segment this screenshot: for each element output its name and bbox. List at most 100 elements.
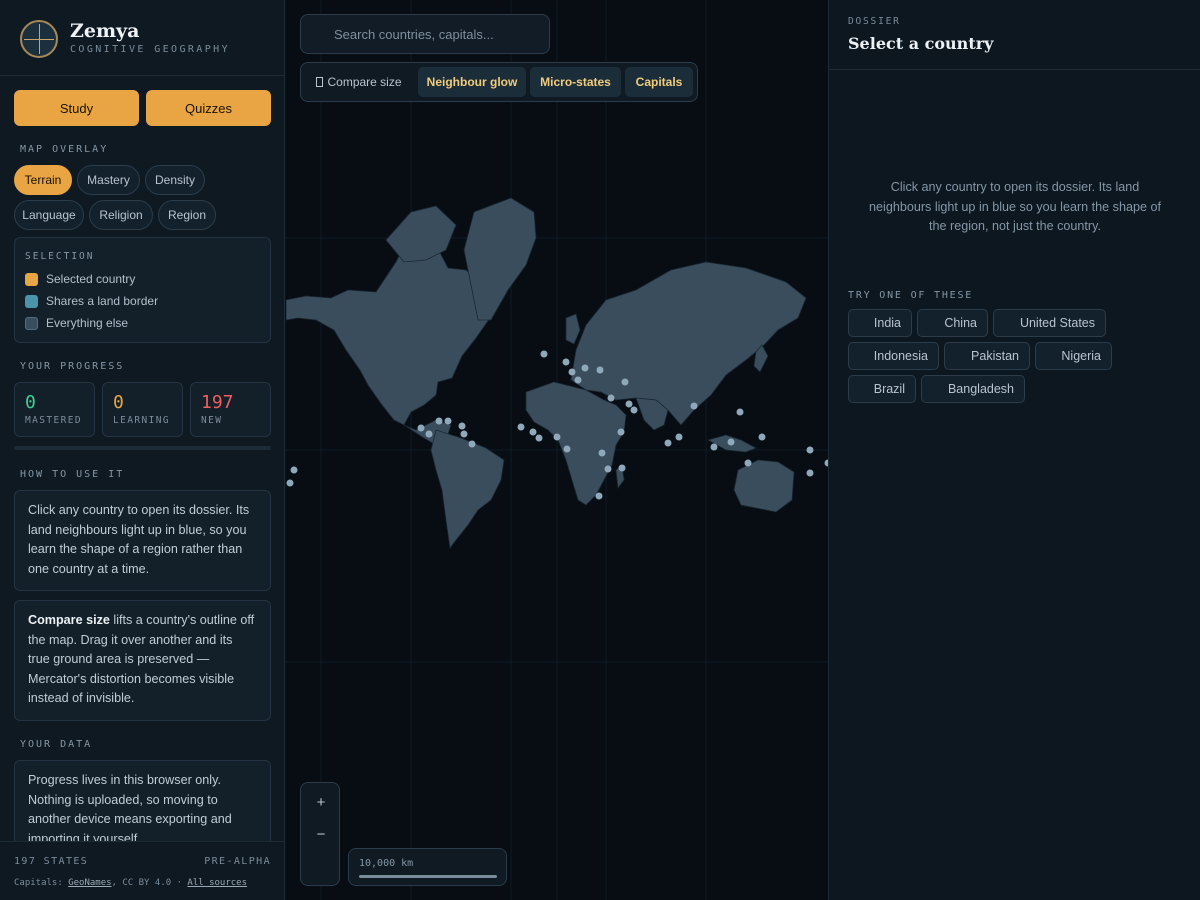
south-america-land[interactable] <box>430 429 505 550</box>
arctic-islands-land[interactable] <box>385 205 457 263</box>
overlay-chip-terrain[interactable]: Terrain <box>14 165 72 195</box>
overlay-chip-language[interactable]: Language <box>14 200 84 230</box>
legend-swatch-selected <box>25 272 38 286</box>
capital-dot[interactable] <box>444 417 452 425</box>
capital-dot[interactable] <box>596 366 604 374</box>
capital-dot[interactable] <box>435 417 443 425</box>
study-button[interactable]: Study <box>14 90 139 126</box>
how-to-card-compare: Compare size lifts a country's outline o… <box>14 600 271 721</box>
capital-dot[interactable] <box>529 428 537 436</box>
legend-swatch-border <box>25 294 38 308</box>
mode-buttons: Study Quizzes <box>14 90 271 126</box>
sidebar-footer: 197 STATES PRE-ALPHA Capitals: GeoNames,… <box>0 841 284 900</box>
capital-dot[interactable] <box>535 434 543 442</box>
capital-dot[interactable] <box>458 422 466 430</box>
all-sources-link[interactable]: All sources <box>187 878 247 888</box>
suggestion-indonesia[interactable]: Indonesia <box>848 342 939 370</box>
compare-size-term: Compare size <box>28 613 110 627</box>
your-data-label: YOUR DATA <box>20 739 93 750</box>
capital-dot[interactable] <box>290 466 298 474</box>
brand-name: Zemya <box>70 20 140 42</box>
overlay-label: MAP OVERLAY <box>20 144 109 155</box>
australia-land[interactable] <box>733 459 795 513</box>
land-masses <box>286 197 807 550</box>
suggestion-pakistan[interactable]: Pakistan <box>944 342 1030 370</box>
suggestion-nigeria[interactable]: Nigeria <box>1035 342 1112 370</box>
capital-dot[interactable] <box>630 406 638 414</box>
capital-dot[interactable] <box>574 376 582 384</box>
legend-swatch-else <box>25 316 38 330</box>
capital-dot[interactable] <box>736 408 744 416</box>
credits: Capitals: GeoNames, CC BY 4.0 · All sour… <box>14 878 247 888</box>
capital-dot[interactable] <box>664 439 672 447</box>
capital-dot[interactable] <box>286 479 294 487</box>
how-to-label: HOW TO USE IT <box>20 469 125 480</box>
capital-dot[interactable] <box>595 492 603 500</box>
scale-bar <box>359 875 497 878</box>
capital-dot[interactable] <box>618 464 626 472</box>
capital-dot[interactable] <box>553 433 561 441</box>
geonames-link[interactable]: GeoNames <box>68 878 111 888</box>
north-america-land[interactable] <box>286 214 491 426</box>
capital-dot[interactable] <box>806 446 814 454</box>
overlay-chip-region[interactable]: Region <box>158 200 216 230</box>
capital-dot[interactable] <box>562 358 570 366</box>
dossier-title: Select a country <box>848 34 994 53</box>
compare-size-label: Compare size <box>327 75 402 89</box>
legend-text-selected: Selected country <box>46 272 136 286</box>
overlay-chip-religion[interactable]: Religion <box>89 200 153 230</box>
suggestion-brazil[interactable]: Brazil <box>848 375 916 403</box>
capital-dot[interactable] <box>517 423 525 431</box>
search-input[interactable] <box>301 15 549 53</box>
map-scale: 10,000 km <box>348 848 507 886</box>
how-to-card-dossier: Click any country to open its dossier. I… <box>14 490 271 591</box>
capital-dot[interactable] <box>806 469 814 477</box>
stat-new-label: NEW <box>201 415 223 426</box>
capital-dot[interactable] <box>563 445 571 453</box>
capital-dot[interactable] <box>617 428 625 436</box>
capital-dot[interactable] <box>675 433 683 441</box>
greenland-land[interactable] <box>463 197 537 321</box>
capital-dot[interactable] <box>727 438 735 446</box>
stat-new: 197 NEW <box>190 382 271 437</box>
compare-size-button[interactable]: Compare size <box>309 67 409 97</box>
capital-dot[interactable] <box>744 459 752 467</box>
capital-dot[interactable] <box>625 400 633 408</box>
capital-dot[interactable] <box>607 394 615 402</box>
scale-label: 10,000 km <box>359 858 414 869</box>
capital-dot[interactable] <box>598 449 606 457</box>
capital-dot[interactable] <box>710 443 718 451</box>
capital-dot[interactable] <box>425 430 433 438</box>
suggestion-united-states[interactable]: United States <box>993 309 1106 337</box>
capital-dot[interactable] <box>690 402 698 410</box>
zoom-in-button[interactable]: + <box>301 794 341 811</box>
capital-dot[interactable] <box>604 465 612 473</box>
uk-land[interactable] <box>565 313 581 345</box>
suggestion-india[interactable]: India <box>848 309 912 337</box>
neighbour-glow-toggle[interactable]: Neighbour glow <box>418 67 526 97</box>
capital-dot[interactable] <box>417 424 425 432</box>
stat-learning: 0 LEARNING <box>102 382 183 437</box>
capital-dot[interactable] <box>540 350 548 358</box>
suggestion-china[interactable]: China <box>917 309 988 337</box>
quizzes-button[interactable]: Quizzes <box>146 90 271 126</box>
zoom-controls: + − <box>300 782 340 886</box>
search-box <box>300 14 550 54</box>
overlay-chip-density[interactable]: Density <box>145 165 205 195</box>
mastery-progress-bar <box>14 446 271 450</box>
world-map-canvas[interactable] <box>286 0 828 900</box>
capital-dot[interactable] <box>460 430 468 438</box>
capitals-toggle[interactable]: Capitals <box>625 67 693 97</box>
dossier-empty-text: Click any country to open its dossier. I… <box>869 180 1161 233</box>
capital-dot[interactable] <box>621 378 629 386</box>
suggestion-bangladesh[interactable]: Bangladesh <box>921 375 1025 403</box>
stat-learning-label: LEARNING <box>113 415 170 426</box>
capital-dot[interactable] <box>568 368 576 376</box>
capital-dot[interactable] <box>581 364 589 372</box>
capital-dot[interactable] <box>468 440 476 448</box>
capital-dot[interactable] <box>758 433 766 441</box>
world-map[interactable]: Compare size Neighbour glow Micro-states… <box>286 0 828 900</box>
micro-states-toggle[interactable]: Micro-states <box>530 67 621 97</box>
zoom-out-button[interactable]: − <box>301 826 341 843</box>
overlay-chip-mastery[interactable]: Mastery <box>77 165 140 195</box>
